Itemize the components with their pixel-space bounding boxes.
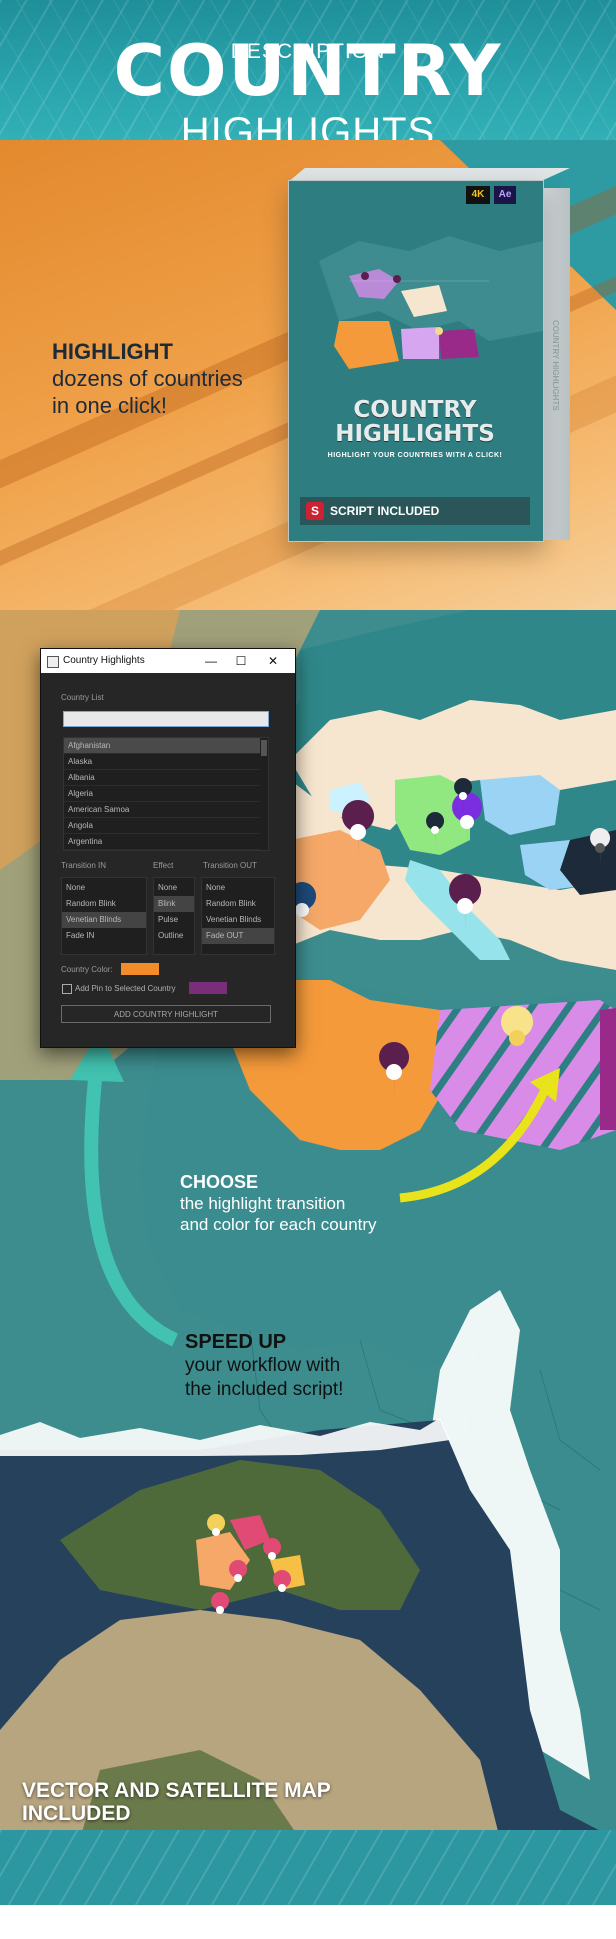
effect-option[interactable]: Outline — [154, 928, 194, 944]
dialog-titlebar[interactable]: Country Highlights — ☐ ✕ — [41, 649, 295, 673]
intro-line-1: dozens of countries — [52, 366, 243, 391]
product-box-title-line-1: COUNTRY — [353, 397, 477, 423]
transition-in-list[interactable]: None Random Blink Venetian Blinds Fade I… — [61, 877, 147, 955]
description-link[interactable]: DESCRIPTION — [0, 40, 616, 64]
badge-4k: 4K — [466, 186, 490, 204]
effect-option[interactable]: Blink — [154, 896, 194, 912]
list-scrollbar[interactable] — [261, 740, 267, 756]
transition-out-option[interactable]: None — [202, 880, 274, 896]
transition-in-option[interactable]: Random Blink — [62, 896, 146, 912]
country-list-label: Country List — [61, 693, 104, 702]
maximize-button[interactable]: ☐ — [227, 649, 255, 673]
choose-title: CHOOSE — [180, 1172, 259, 1192]
country-search-input[interactable] — [63, 711, 269, 727]
speed-up-caption: SPEED UP your workflow with the included… — [185, 1330, 343, 1402]
dialog-title: Country Highlights — [63, 655, 145, 666]
minimize-button[interactable]: — — [197, 649, 225, 673]
transition-in-option[interactable]: Venetian Blinds — [62, 912, 146, 928]
product-box-side-label: COUNTRY HIGHLIGHTS — [551, 320, 560, 411]
transition-in-option[interactable]: Fade IN — [62, 928, 146, 944]
country-list-item[interactable]: Algeria — [64, 786, 260, 802]
transition-out-list[interactable]: None Random Blink Venetian Blinds Fade O… — [201, 877, 275, 955]
choose-line-2: and color for each country — [180, 1215, 377, 1234]
product-box-map — [289, 181, 543, 541]
intro-text: HIGHLIGHT dozens of countries in one cli… — [52, 338, 243, 419]
add-pin-checkbox[interactable] — [62, 984, 72, 994]
product-box-image — [288, 180, 544, 542]
transition-out-option[interactable]: Fade OUT — [202, 928, 274, 944]
effect-list[interactable]: None Blink Pulse Outline — [153, 877, 195, 955]
close-button[interactable]: ✕ — [259, 649, 287, 673]
intro-line-2: in one click! — [52, 393, 167, 418]
country-list-item[interactable]: American Samoa — [64, 802, 260, 818]
transition-out-option[interactable]: Venetian Blinds — [202, 912, 274, 928]
footer-bottom-strip — [0, 1905, 616, 1939]
transition-out-option[interactable]: Random Blink — [202, 896, 274, 912]
product-box-title: COUNTRY HIGHLIGHTS — [288, 398, 542, 446]
intro-headline: HIGHLIGHT — [52, 339, 173, 364]
effect-label: Effect — [153, 861, 174, 870]
speed-line-2: the included script! — [185, 1379, 344, 1400]
vector-line-2: INCLUDED — [22, 1802, 131, 1825]
choose-caption: CHOOSE the highlight transition and colo… — [180, 1172, 377, 1235]
badge-after-effects: Ae — [494, 186, 516, 204]
vector-line-1: VECTOR AND SATELLITE MAP — [22, 1779, 331, 1802]
transition-in-label: Transition IN — [61, 861, 107, 870]
script-included-label: SCRIPT INCLUDED — [330, 504, 440, 518]
speed-title: SPEED UP — [185, 1331, 287, 1353]
country-list[interactable]: Afghanistan Alaska Albania Algeria Ameri… — [63, 737, 269, 851]
choose-line-1: the highlight transition — [180, 1194, 346, 1213]
app-icon — [47, 656, 59, 668]
product-box-tagline: HIGHLIGHT YOUR COUNTRIES WITH A CLICK! — [327, 452, 503, 459]
country-list-item[interactable]: Alaska — [64, 754, 260, 770]
product-box-title-line-2: HIGHLIGHTS — [335, 421, 495, 447]
effect-option[interactable]: None — [154, 880, 194, 896]
country-list-item[interactable]: Afghanistan — [64, 738, 260, 754]
country-list-item[interactable]: Argentina — [64, 834, 260, 850]
pin-color-swatch[interactable] — [189, 982, 227, 994]
effect-option[interactable]: Pulse — [154, 912, 194, 928]
script-included-banner: S SCRIPT INCLUDED — [300, 497, 530, 525]
transition-out-label: Transition OUT — [203, 861, 257, 870]
country-color-swatch[interactable] — [121, 963, 159, 975]
vector-satellite-caption: VECTOR AND SATELLITE MAP INCLUDED — [22, 1779, 331, 1825]
add-pin-label: Add Pin to Selected Country — [75, 984, 176, 993]
script-icon: S — [306, 502, 324, 520]
country-color-label: Country Color: — [61, 965, 113, 974]
country-list-item[interactable]: Albania — [64, 770, 260, 786]
add-country-highlight-button[interactable]: ADD COUNTRY HIGHLIGHT — [61, 1005, 271, 1023]
country-highlights-dialog: Country Highlights — ☐ ✕ Country List Af… — [40, 648, 296, 1048]
country-list-item[interactable]: Angola — [64, 818, 260, 834]
speed-line-1: your workflow with — [185, 1355, 341, 1376]
transition-in-option[interactable]: None — [62, 880, 146, 896]
